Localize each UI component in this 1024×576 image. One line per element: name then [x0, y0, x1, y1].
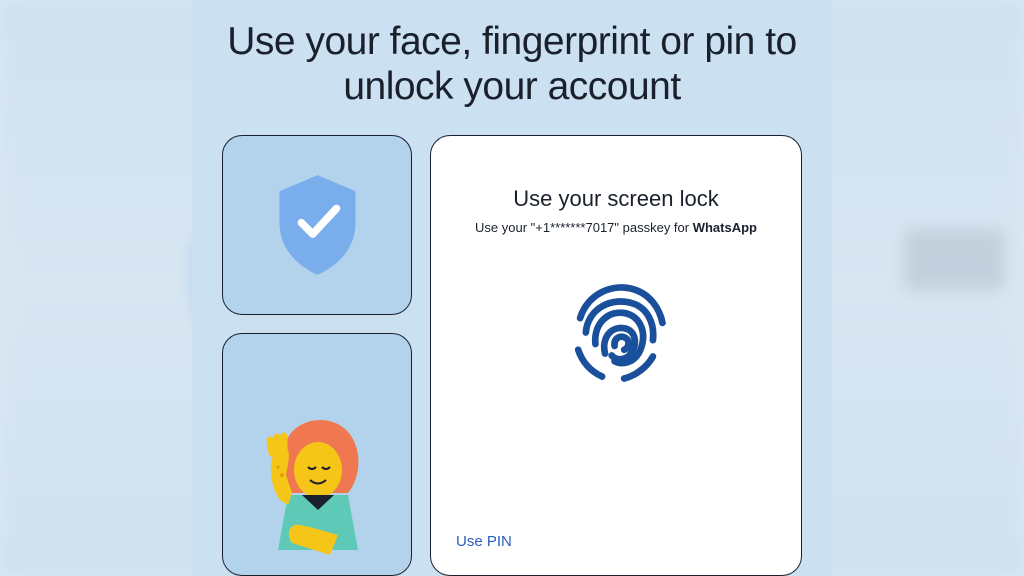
bg-block — [904, 230, 1004, 290]
promo-panel: Use your face, fingerprint or pin to unl… — [192, 0, 832, 576]
app-name: WhatsApp — [693, 220, 757, 235]
headline: Use your face, fingerprint or pin to unl… — [222, 20, 802, 110]
shield-tile — [222, 135, 412, 315]
content-grid: Use your screen lock Use your "+1*******… — [222, 135, 802, 576]
left-column — [222, 135, 412, 576]
screen-lock-card: Use your screen lock Use your "+1*******… — [430, 135, 802, 576]
shield-check-icon — [270, 170, 365, 280]
subtitle-mid: " passkey for — [614, 220, 692, 235]
fingerprint-icon[interactable] — [559, 275, 674, 395]
card-subtitle: Use your "+1*******7017" passkey for Wha… — [475, 220, 757, 235]
card-title: Use your screen lock — [513, 186, 718, 212]
avatar-tile — [222, 333, 412, 576]
use-pin-button[interactable]: Use PIN — [456, 533, 512, 555]
phone-masked: +1*******7017 — [535, 220, 614, 235]
subtitle-prefix: Use your " — [475, 220, 535, 235]
avatar-illustration — [223, 334, 411, 575]
